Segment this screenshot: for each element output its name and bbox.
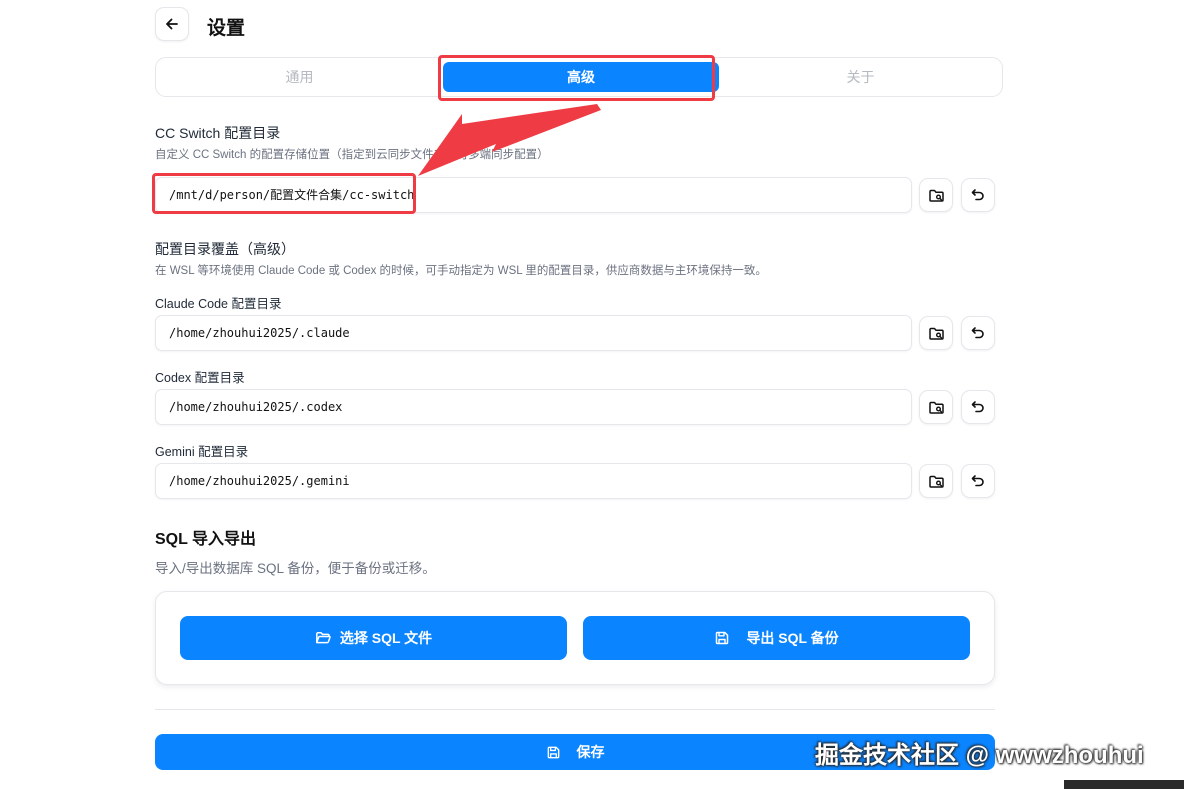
claude-dir-reset-button[interactable]: [961, 316, 995, 350]
taskbar-edge: [1064, 780, 1184, 789]
save-icon: [547, 746, 559, 758]
config-dir-reset-button[interactable]: [961, 178, 995, 212]
gemini-dir-reset-button[interactable]: [961, 464, 995, 498]
claude-dir-browse-button[interactable]: [919, 316, 953, 350]
override-title: 配置目录覆盖（高级）: [155, 241, 295, 257]
gemini-dir-browse-button[interactable]: [919, 464, 953, 498]
folder-search-icon: [928, 401, 944, 414]
page-title: 设置: [207, 18, 246, 39]
folder-search-icon: [928, 475, 944, 488]
highlight-box-path: [152, 173, 416, 214]
undo-icon: [971, 189, 984, 201]
tab-about[interactable]: 关于: [719, 58, 1002, 96]
codex-dir-browse-button[interactable]: [919, 390, 953, 424]
save-label: 保存: [576, 744, 605, 760]
watermark: 掘金技术社区 @ wwwzhouhui: [815, 742, 1144, 769]
codex-dir-input[interactable]: /home/zhouhui2025/.codex: [155, 389, 912, 425]
undo-icon: [971, 475, 984, 487]
folder-search-icon: [928, 327, 944, 340]
back-button[interactable]: [155, 7, 189, 41]
export-sql-label: 导出 SQL 备份: [746, 630, 839, 646]
config-dir-description: 自定义 CC Switch 的配置存储位置（指定到云同步文件夹即可多端同步配置）: [155, 149, 549, 161]
import-sql-button[interactable]: 选择 SQL 文件: [180, 616, 567, 660]
gemini-dir-input[interactable]: /home/zhouhui2025/.gemini: [155, 463, 912, 499]
sql-section-title: SQL 导入导出: [155, 531, 257, 548]
import-sql-label: 选择 SQL 文件: [339, 630, 433, 646]
tab-general[interactable]: 通用: [156, 58, 443, 96]
config-dir-title: CC Switch 配置目录: [155, 125, 281, 141]
save-icon: [716, 631, 729, 645]
claude-dir-input[interactable]: /home/zhouhui2025/.claude: [155, 315, 912, 351]
folder-open-icon: [315, 632, 331, 644]
gemini-dir-label: Gemini 配置目录: [155, 445, 249, 459]
undo-icon: [971, 327, 984, 339]
undo-icon: [971, 401, 984, 413]
arrow-left-icon: [166, 18, 178, 30]
divider: [155, 709, 995, 710]
codex-dir-reset-button[interactable]: [961, 390, 995, 424]
highlight-box-tab: [438, 55, 715, 101]
export-sql-button[interactable]: 导出 SQL 备份: [583, 616, 970, 660]
config-dir-browse-button[interactable]: [919, 178, 953, 212]
codex-dir-label: Codex 配置目录: [155, 371, 245, 385]
override-description: 在 WSL 等环境使用 Claude Code 或 Codex 的时候，可手动指…: [155, 265, 767, 277]
folder-search-icon: [928, 189, 944, 202]
sql-section-description: 导入/导出数据库 SQL 备份，便于备份或迁移。: [155, 561, 436, 576]
claude-dir-label: Claude Code 配置目录: [155, 297, 282, 311]
